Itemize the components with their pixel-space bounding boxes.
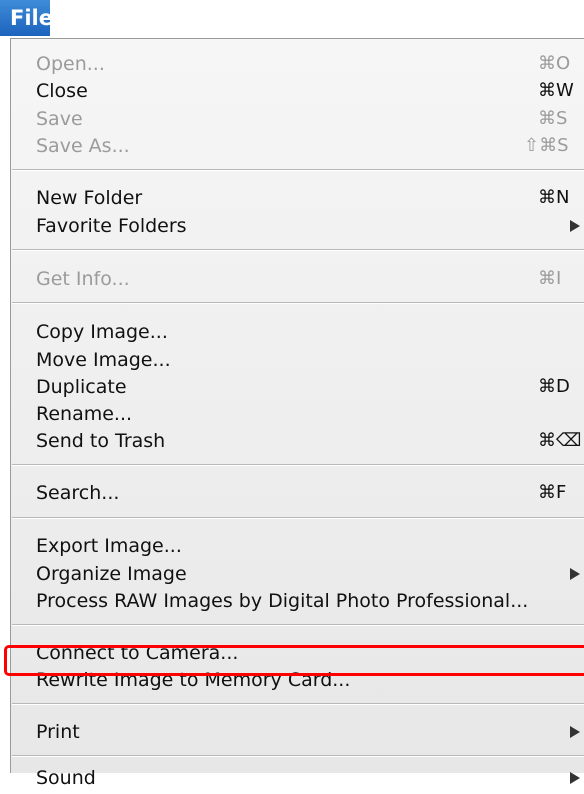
menu-item-sound[interactable]: Sound	[11, 761, 584, 794]
submenu-arrow-icon	[570, 219, 580, 232]
shortcut-label: ⌘O	[538, 53, 571, 74]
submenu-arrow-icon	[570, 771, 580, 784]
menu-item-label: Move Image...	[36, 348, 171, 371]
menu-item-label: Save	[36, 107, 83, 130]
shortcut-label: ⌘N	[538, 187, 570, 208]
menu-item-label: Organize Image	[36, 562, 187, 585]
menu-item-label: Copy Image...	[36, 320, 168, 343]
menu-item-print[interactable]: Print	[11, 715, 584, 748]
separator	[12, 464, 584, 466]
menu-item-label: Process RAW Images by Digital Photo Prof…	[36, 589, 529, 612]
shortcut-label: ⌘W	[538, 80, 574, 101]
submenu-arrow-icon	[570, 567, 580, 580]
menu-item-label: Sound	[36, 766, 96, 789]
menu-item-label: Send to Trash	[36, 429, 166, 452]
separator	[12, 703, 584, 705]
shortcut-label: ⌘S	[538, 108, 568, 129]
menu-item-label: Duplicate	[36, 375, 127, 398]
shortcut-label: ⌘F	[538, 482, 567, 503]
submenu-arrow-icon	[570, 725, 580, 738]
menu-item-process-raw[interactable]: Process RAW Images by Digital Photo Prof…	[11, 584, 584, 617]
separator	[12, 302, 584, 304]
separator	[12, 169, 584, 171]
menu-item-label: Save As...	[36, 134, 130, 157]
menu-item-label: Close	[36, 79, 88, 102]
file-menu-title[interactable]: File	[0, 0, 53, 36]
menu-item-label: Print	[36, 720, 80, 743]
menu-item-label: Export Image...	[36, 534, 182, 557]
shortcut-label: ⌘I	[538, 268, 562, 289]
menu-item-label: Search...	[36, 481, 120, 504]
menu-item-send-to-trash[interactable]: Send to Trash ⌘⌫	[11, 424, 584, 457]
menu-item-search[interactable]: Search... ⌘F	[11, 476, 584, 509]
menu-item-get-info: Get Info... ⌘I	[11, 262, 584, 295]
menu-item-label: Open...	[36, 52, 105, 75]
menu-item-label: Rename...	[36, 402, 133, 425]
separator	[12, 517, 584, 519]
menu-item-save-as: Save As... ⇧⌘S	[11, 129, 584, 162]
separator	[12, 755, 584, 757]
shortcut-label: ⌘D	[538, 376, 570, 397]
menu-bar: File	[0, 0, 584, 38]
shortcut-label: ⌘⌫	[538, 430, 582, 451]
separator	[12, 249, 584, 251]
menu-item-favorite-folders[interactable]: Favorite Folders	[11, 209, 584, 242]
menu-item-label: Get Info...	[36, 267, 130, 290]
separator	[12, 624, 584, 626]
shortcut-label: ⇧⌘S	[524, 135, 569, 156]
highlight-box	[4, 645, 584, 676]
menu-item-label: Favorite Folders	[36, 214, 187, 237]
menu-item-label: New Folder	[36, 186, 143, 209]
